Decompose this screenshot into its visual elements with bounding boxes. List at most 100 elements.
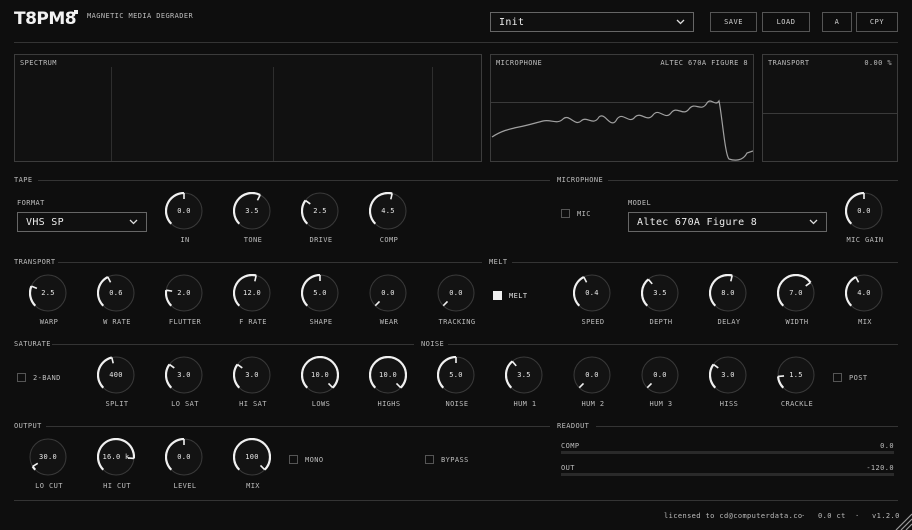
footer-separator: ·	[855, 512, 860, 520]
chevron-down-icon	[129, 219, 138, 225]
two-band-label: 2-BAND	[33, 374, 61, 382]
knob-lo-cut[interactable]: 30.0 LO CUT	[29, 438, 67, 490]
knob-hi-cut[interactable]: 16.0 k HI CUT	[97, 438, 135, 490]
load-button[interactable]: LOAD	[762, 12, 810, 32]
knob-value: 30.0	[38, 453, 58, 461]
ab-button[interactable]: A	[822, 12, 852, 32]
section-title-melt: MELT	[489, 258, 508, 266]
knob-depth[interactable]: 3.5 DEPTH	[641, 274, 679, 326]
post-checkbox[interactable]	[833, 373, 842, 382]
knob-value: 5.0	[449, 371, 463, 379]
section-divider	[512, 262, 898, 263]
knob-hum-1[interactable]: 3.5 HUM 1	[505, 356, 543, 408]
format-select[interactable]: VHS SP	[17, 212, 147, 232]
knob-value: 3.5	[517, 371, 531, 379]
out-meter	[561, 473, 894, 476]
app-subtitle: MAGNETIC MEDIA DEGRADER	[87, 12, 194, 20]
knob-w-rate[interactable]: 0.6 W RATE	[97, 274, 135, 326]
section-divider	[608, 180, 898, 181]
section-divider	[46, 426, 550, 427]
knob-width[interactable]: 7.0 WIDTH	[777, 274, 815, 326]
knob-wear[interactable]: 0.0 WEAR	[369, 274, 407, 326]
bypass-checkbox[interactable]	[425, 455, 434, 464]
knob-value: 2.0	[177, 289, 191, 297]
knob-value: 0.4	[585, 289, 599, 297]
knob-flutter[interactable]: 2.0 FLUTTER	[165, 274, 203, 326]
section-divider	[596, 426, 898, 427]
microphone-panel: MICROPHONE ALTEC 670A FIGURE 8	[490, 54, 754, 162]
mic-checkbox[interactable]	[561, 209, 570, 218]
knob-tone[interactable]: 3.5 TONE	[233, 192, 271, 244]
knob-value: 2.5	[313, 207, 327, 215]
knob-value: 10.0	[310, 371, 330, 379]
melt-checkbox-label: MELT	[509, 292, 528, 300]
spectrum-band-line	[111, 67, 112, 161]
section-title-output: OUTPUT	[14, 422, 42, 430]
spectrum-title: SPECTRUM	[20, 59, 57, 67]
section-divider	[52, 344, 414, 345]
knob-in[interactable]: 0.0 IN	[165, 192, 203, 244]
knob-comp[interactable]: 4.5 COMP	[369, 192, 407, 244]
chevron-down-icon	[676, 19, 685, 25]
format-value: VHS SP	[26, 216, 64, 228]
knob-value: 3.0	[721, 371, 735, 379]
knob-tracking[interactable]: 0.0 TRACKING	[437, 274, 475, 326]
mono-label: MONO	[305, 456, 324, 464]
knob-value: 3.5	[653, 289, 667, 297]
spectrum-band-line	[432, 67, 433, 161]
knob-highs[interactable]: 10.0 HIGHS	[369, 356, 407, 408]
knob-value: 4.0	[857, 289, 871, 297]
knob-hiss[interactable]: 3.0 HISS	[709, 356, 747, 408]
section-divider	[58, 262, 482, 263]
transport-display-value: 0.00 %	[864, 59, 892, 67]
knob-output-mix[interactable]: 100 MIX	[233, 438, 271, 490]
section-divider	[448, 344, 898, 345]
knob-lows[interactable]: 10.0 LOWS	[301, 356, 339, 408]
knob-f-rate[interactable]: 12.0 F RATE	[233, 274, 271, 326]
preset-select[interactable]: Init	[490, 12, 694, 32]
knob-value: 1.5	[789, 371, 803, 379]
knob-shape[interactable]: 5.0 SHAPE	[301, 274, 339, 326]
mic-model-select[interactable]: Altec 670A Figure 8	[628, 212, 827, 232]
knob-level[interactable]: 0.0 LEVEL	[165, 438, 203, 490]
out-readout-label: OUT	[561, 464, 575, 472]
footer-divider	[14, 500, 898, 501]
knob-drive[interactable]: 2.5 DRIVE	[301, 192, 339, 244]
knob-value: 0.0	[653, 371, 667, 379]
knob-label: CRACKLE	[780, 400, 814, 408]
knob-value: 3.0	[245, 371, 259, 379]
frequency-response-curve	[491, 99, 753, 161]
resize-grip-icon[interactable]	[893, 511, 912, 530]
knob-hum-3[interactable]: 0.0 HUM 3	[641, 356, 679, 408]
bypass-label: BYPASS	[441, 456, 469, 464]
knob-warp[interactable]: 2.5 WARP	[29, 274, 67, 326]
knob-delay[interactable]: 8.0 DELAY	[709, 274, 747, 326]
knob-crackle[interactable]: 1.5 CRACKLE	[777, 356, 815, 408]
knob-hi-sat[interactable]: 3.0 HI SAT	[233, 356, 271, 408]
knob-mic-gain[interactable]: 0.0 MIC GAIN	[845, 192, 883, 244]
knob-value: 16.0 k	[102, 453, 130, 461]
copy-button[interactable]: CPY	[856, 12, 898, 32]
knob-label: MIC GAIN	[846, 236, 884, 244]
knob-value: 8.0	[721, 289, 735, 297]
knob-noise[interactable]: 5.0 NOISE	[437, 356, 475, 408]
preset-value: Init	[499, 16, 525, 28]
two-band-checkbox[interactable]	[17, 373, 26, 382]
knob-value: 0.0	[177, 453, 191, 461]
section-title-noise: NOISE	[421, 340, 445, 348]
save-button[interactable]: SAVE	[710, 12, 757, 32]
knob-lo-sat[interactable]: 3.0 LO SAT	[165, 356, 203, 408]
melt-checkbox[interactable]	[493, 291, 502, 300]
mono-checkbox[interactable]	[289, 455, 298, 464]
knob-melt-mix[interactable]: 4.0 MIX	[845, 274, 883, 326]
knob-value: 10.0	[378, 371, 398, 379]
knob-split[interactable]: 400 SPLIT	[97, 356, 135, 408]
knob-hum-2[interactable]: 0.0 HUM 2	[573, 356, 611, 408]
knob-value: 4.5	[381, 207, 395, 215]
knob-value: 0.6	[109, 289, 123, 297]
knob-label: MIX	[858, 318, 872, 326]
knob-value: 5.0	[313, 289, 327, 297]
knob-speed[interactable]: 0.4 SPEED	[573, 274, 611, 326]
comp-readout-label: COMP	[561, 442, 580, 450]
logo: T8PM8	[14, 9, 77, 29]
